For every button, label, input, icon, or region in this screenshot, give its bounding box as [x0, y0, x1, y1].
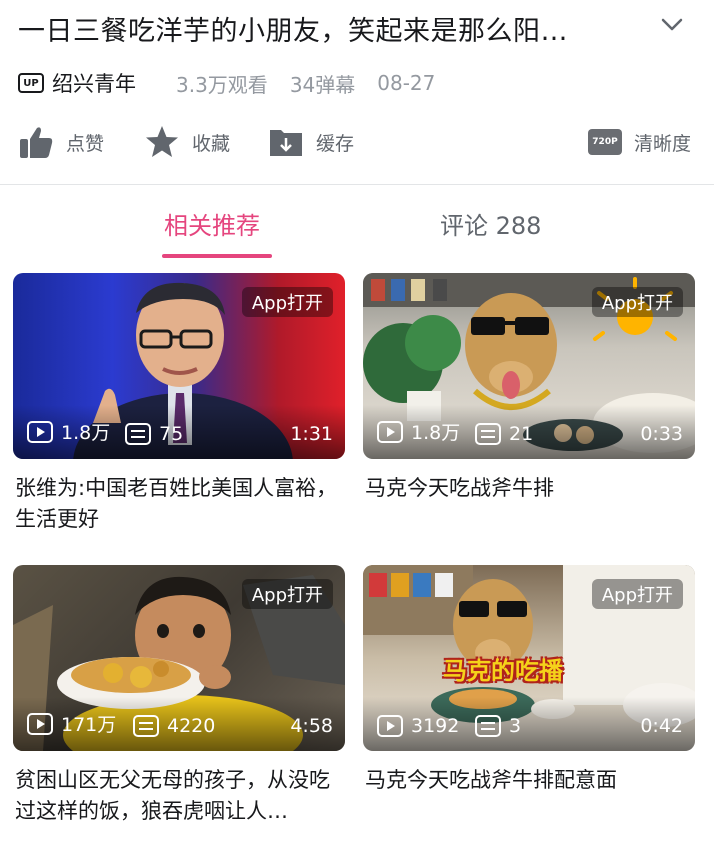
quality-label: 清晰度 — [634, 132, 692, 155]
play-count-value: 171万 — [61, 714, 117, 736]
cache-button[interactable]: 缓存 — [268, 120, 354, 164]
tab-related[interactable]: 相关推荐 — [164, 206, 260, 241]
play-count: 1.8万 — [27, 418, 110, 445]
quality-badge: 720P — [588, 129, 622, 155]
tab-bar: 相关推荐 评论 288 — [0, 196, 714, 262]
app-open-button[interactable]: App打开 — [241, 579, 333, 609]
video-duration: 4:58 — [290, 715, 333, 737]
play-count: 3192 — [377, 715, 459, 737]
video-card[interactable]: App打开 1.8万 21 0:33 马克今天吃战斧牛排 — [363, 273, 695, 553]
video-thumbnail[interactable]: App打开 1.8万 75 1:31 — [13, 273, 345, 459]
favorite-label: 收藏 — [192, 132, 231, 155]
video-card[interactable]: App打开 171万 4220 4:58 贫困山区无父无母的孩子，从没吃过这样的… — [13, 565, 345, 843]
play-icon — [377, 715, 403, 737]
danmaku-count-value: 21 — [509, 423, 534, 445]
favorite-button[interactable]: 收藏 — [144, 120, 230, 164]
thumbnail-overlay-text: 马克的吃播 — [443, 657, 563, 685]
star-icon — [146, 126, 178, 157]
author-name[interactable]: 绍兴青年 — [52, 68, 136, 98]
play-icon — [27, 712, 53, 735]
video-title-row: 一日三餐吃洋芋的小朋友，笑起来是那么阳… — [18, 8, 708, 48]
danmaku-stat: 21 — [475, 423, 533, 445]
play-count: 171万 — [27, 710, 116, 737]
thumbs-up-icon — [20, 127, 53, 158]
danmaku-count-value: 3 — [509, 715, 522, 737]
video-card-title[interactable]: 贫困山区无父无母的孩子，从没吃过这样的饭，狼吞虎咽让人… — [15, 765, 345, 827]
play-icon — [27, 420, 53, 443]
up-badge: UP — [18, 73, 44, 93]
danmaku-icon — [125, 423, 151, 445]
app-open-button[interactable]: App打开 — [591, 287, 683, 317]
like-label: 点赞 — [66, 132, 105, 155]
tab-active-indicator — [162, 254, 272, 258]
video-card[interactable]: 马克的吃播 App打开 3192 3 0:42 马克今天吃战斧牛排配意面 — [363, 565, 695, 843]
danmaku-count: 34弹幕 — [289, 72, 356, 97]
play-count: 1.8万 — [377, 418, 460, 445]
video-thumbnail[interactable]: App打开 1.8万 21 0:33 — [363, 273, 695, 459]
danmaku-icon — [475, 423, 501, 445]
play-count-value: 1.8万 — [411, 422, 461, 444]
app-open-button[interactable]: App打开 — [591, 579, 683, 609]
video-card[interactable]: App打开 1.8万 75 1:31 张维为:中国老百姓比美国人富裕，生活更好 — [13, 273, 345, 553]
danmaku-count-value: 75 — [159, 423, 184, 445]
chevron-down-icon[interactable] — [660, 12, 684, 36]
danmaku-icon — [475, 715, 501, 737]
play-icon — [377, 420, 403, 443]
video-duration: 1:31 — [290, 423, 333, 445]
like-button[interactable]: 点赞 — [18, 120, 104, 164]
download-folder-icon — [270, 130, 302, 156]
video-meta: UP 绍兴青年 3.3万观看 34弹幕 08-27 — [18, 66, 457, 100]
play-count-value: 1.8万 — [61, 422, 111, 444]
cache-label: 缓存 — [316, 132, 355, 155]
action-bar: 点赞 收藏 缓存 720P 清晰度 — [18, 120, 698, 164]
video-thumbnail[interactable]: App打开 171万 4220 4:58 — [13, 565, 345, 751]
danmaku-stat: 75 — [125, 423, 183, 445]
video-thumbnail[interactable]: 马克的吃播 App打开 3192 3 0:42 — [363, 565, 695, 751]
app-open-button[interactable]: App打开 — [241, 287, 333, 317]
tab-comments[interactable]: 评论 288 — [440, 206, 541, 241]
quality-button[interactable]: 720P 清晰度 — [588, 120, 691, 164]
video-card-title[interactable]: 张维为:中国老百姓比美国人富裕，生活更好 — [15, 473, 345, 535]
danmaku-stat: 4220 — [133, 715, 215, 737]
danmaku-icon — [133, 715, 159, 737]
video-title: 一日三餐吃洋芋的小朋友，笑起来是那么阳… — [18, 15, 568, 47]
video-card-title[interactable]: 马克今天吃战斧牛排配意面 — [365, 765, 695, 796]
publish-date: 08-27 — [377, 71, 436, 95]
video-duration: 0:42 — [640, 715, 683, 737]
danmaku-stat: 3 — [475, 715, 521, 737]
play-count-value: 3192 — [411, 715, 460, 737]
video-card-title[interactable]: 马克今天吃战斧牛排 — [365, 473, 695, 504]
danmaku-count-value: 4220 — [167, 715, 216, 737]
view-count: 3.3万观看 — [176, 72, 268, 97]
video-duration: 0:33 — [640, 423, 683, 445]
divider — [0, 184, 714, 185]
